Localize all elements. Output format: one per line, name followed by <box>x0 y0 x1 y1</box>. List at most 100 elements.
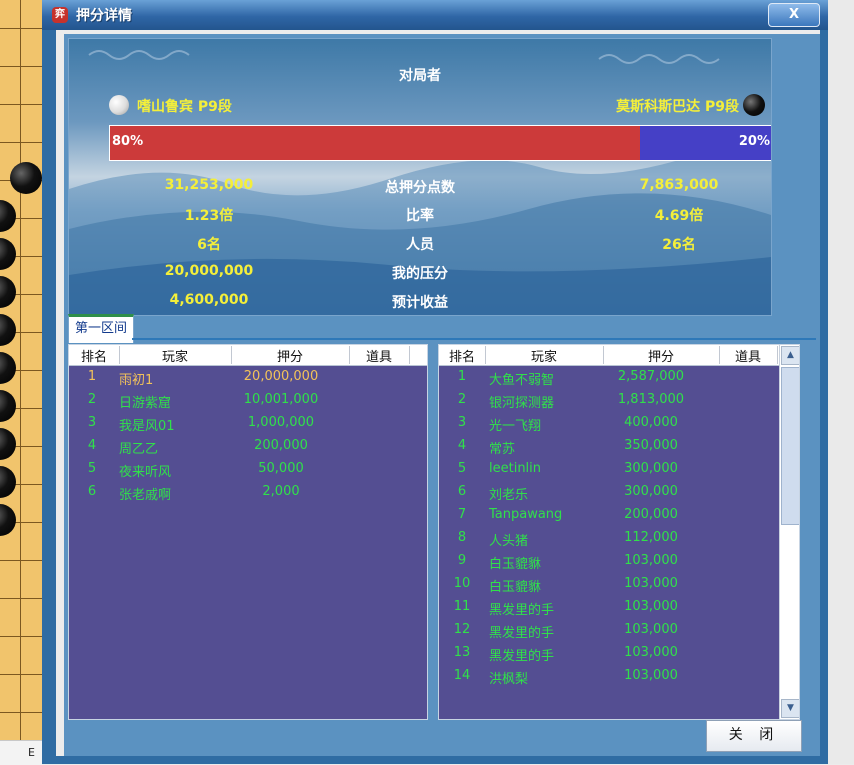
table-row[interactable]: 2 日游紫窟 10,001,000 <box>69 389 425 412</box>
tab-first-section[interactable]: 第一区间 <box>68 314 134 343</box>
bet-amount-cell: 2,587,000 <box>617 369 685 384</box>
table-row[interactable]: 8 人头猪 112,000 <box>439 527 777 550</box>
player-name-cell: Tanpawang <box>489 507 563 522</box>
scroll-down-arrow-icon[interactable]: ▼ <box>781 699 799 718</box>
scrollbar-thumb[interactable] <box>781 367 799 525</box>
table-row[interactable]: 3 我是风01 1,000,000 <box>69 412 425 435</box>
stat-left-value: 4,600,000 <box>169 292 249 308</box>
dialog-content: 对局者 嗜山鲁宾 P9段 莫斯科斯巴达 P9段 80% 20% 31,253,0… <box>64 34 820 756</box>
table-row[interactable]: 9 白玉貔貅 103,000 <box>439 550 777 573</box>
rank-cell: 11 <box>453 599 471 614</box>
white-stone-icon <box>109 95 129 115</box>
table-row[interactable]: 11 黑发里的手 103,000 <box>439 596 777 619</box>
black-stone[interactable] <box>0 428 16 460</box>
title-bar[interactable]: 弈 押分详情 X <box>42 0 828 30</box>
rank-cell: 12 <box>453 622 471 637</box>
rank-cell: 6 <box>87 484 97 499</box>
table-row[interactable]: 4 常苏 350,000 <box>439 435 777 458</box>
black-stone[interactable] <box>0 276 16 308</box>
board-line <box>0 66 42 67</box>
table-row[interactable]: 5 leetinlin 300,000 <box>439 458 777 481</box>
stat-label: 预计收益 <box>392 295 448 311</box>
close-button[interactable]: 关 闭 <box>706 720 802 752</box>
stat-label: 比率 <box>406 208 434 224</box>
black-stone[interactable] <box>0 504 16 536</box>
bet-amount-cell: 1,813,000 <box>617 392 685 407</box>
bet-amount-cell: 10,001,000 <box>243 392 319 407</box>
black-player-name: 莫斯科斯巴达 P9段 <box>616 99 739 115</box>
stat-left-value: 20,000,000 <box>164 263 254 279</box>
black-stone[interactable] <box>0 466 16 498</box>
player-name-cell: 黑发里的手 <box>489 603 555 618</box>
table-header: 排名 玩家 押分 道具 <box>439 345 779 366</box>
board-status-bar: E <box>0 740 42 765</box>
black-stone[interactable] <box>0 314 16 346</box>
player-name-cell: 张老戚啊 <box>119 488 172 503</box>
column-player[interactable]: 玩家 <box>119 346 232 365</box>
black-stone[interactable] <box>0 200 16 232</box>
table-row[interactable]: 6 刘老乐 300,000 <box>439 481 777 504</box>
stat-right-value: 26名 <box>662 237 696 253</box>
black-bets-table: 排名 玩家 押分 道具 1 大鱼不弱智 2,587,000 2 银河探测器 1,813,0… <box>438 344 800 720</box>
column-item[interactable]: 道具 <box>349 346 410 365</box>
column-bet[interactable]: 押分 <box>231 346 350 365</box>
table-row[interactable]: 10 白玉貔貅 103,000 <box>439 573 777 596</box>
table-row[interactable]: 4 周乙乙 200,000 <box>69 435 425 458</box>
bet-amount-cell: 103,000 <box>624 599 678 614</box>
table-row[interactable]: 6 张老戚啊 2,000 <box>69 481 425 504</box>
rank-cell: 3 <box>87 415 97 430</box>
rank-cell: 3 <box>457 415 467 430</box>
bet-amount-cell: 20,000,000 <box>243 369 319 384</box>
rank-cell: 1 <box>87 369 97 384</box>
board-line <box>0 636 42 637</box>
table-body: 1 雨初1 20,000,000 2 日游紫窟 10,001,000 3 我是风01 1,000… <box>69 366 425 504</box>
column-bet[interactable]: 押分 <box>603 346 720 365</box>
cloud-ornament <box>598 54 720 64</box>
black-stone[interactable] <box>10 162 42 194</box>
table-row[interactable]: 5 夜来听风 50,000 <box>69 458 425 481</box>
player-name-cell: 黑发里的手 <box>489 626 555 641</box>
table-row[interactable]: 12 黑发里的手 103,000 <box>439 619 777 642</box>
rank-cell: 5 <box>87 461 97 476</box>
close-x-button[interactable]: X <box>768 3 820 27</box>
rank-cell: 2 <box>457 392 467 407</box>
black-stone[interactable] <box>0 390 16 422</box>
go-board-fragment <box>0 0 43 764</box>
cloud-ornament <box>88 50 190 60</box>
player-name-cell: leetinlin <box>489 461 542 476</box>
column-player[interactable]: 玩家 <box>485 346 604 365</box>
table-row[interactable]: 1 雨初1 20,000,000 <box>69 366 425 389</box>
scroll-up-arrow-icon[interactable]: ▲ <box>781 346 799 365</box>
stat-right-value: 7,863,000 <box>639 177 719 193</box>
table-body: 1 大鱼不弱智 2,587,000 2 银河探测器 1,813,000 3 光一飞翔 400,0… <box>439 366 777 688</box>
board-line <box>0 28 42 29</box>
bet-amount-cell: 200,000 <box>254 438 308 453</box>
table-row[interactable]: 13 黑发里的手 103,000 <box>439 642 777 665</box>
bet-amount-cell: 103,000 <box>624 645 678 660</box>
bet-amount-cell: 103,000 <box>624 668 678 683</box>
table-row[interactable]: 1 大鱼不弱智 2,587,000 <box>439 366 777 389</box>
column-rank[interactable]: 排名 <box>69 346 120 365</box>
board-coordinate-label: E <box>28 746 35 759</box>
rank-cell: 6 <box>457 484 467 499</box>
column-rank[interactable]: 排名 <box>439 346 486 365</box>
dialog-client-area: 对局者 嗜山鲁宾 P9段 莫斯科斯巴达 P9段 80% 20% 31,253,0… <box>56 30 820 756</box>
stat-label: 总押分点数 <box>385 180 455 196</box>
player-name-cell: 大鱼不弱智 <box>489 373 555 388</box>
board-line <box>0 712 42 713</box>
column-item[interactable]: 道具 <box>719 346 778 365</box>
bet-amount-cell: 103,000 <box>624 576 678 591</box>
table-row[interactable]: 7 Tanpawang 200,000 <box>439 504 777 527</box>
vertical-scrollbar[interactable]: ▲ ▼ <box>779 345 799 719</box>
tab-underline <box>132 338 816 340</box>
table-row[interactable]: 3 光一飞翔 400,000 <box>439 412 777 435</box>
dialog-title: 押分详情 <box>76 8 132 24</box>
black-stone[interactable] <box>0 352 16 384</box>
table-row[interactable]: 2 银河探测器 1,813,000 <box>439 389 777 412</box>
rank-cell: 4 <box>457 438 467 453</box>
black-stone[interactable] <box>0 238 16 270</box>
player-name-cell: 白玉貔貅 <box>489 557 542 572</box>
bet-amount-cell: 350,000 <box>624 438 678 453</box>
bet-amount-cell: 200,000 <box>624 507 678 522</box>
table-row[interactable]: 14 洪枫梨 103,000 <box>439 665 777 688</box>
